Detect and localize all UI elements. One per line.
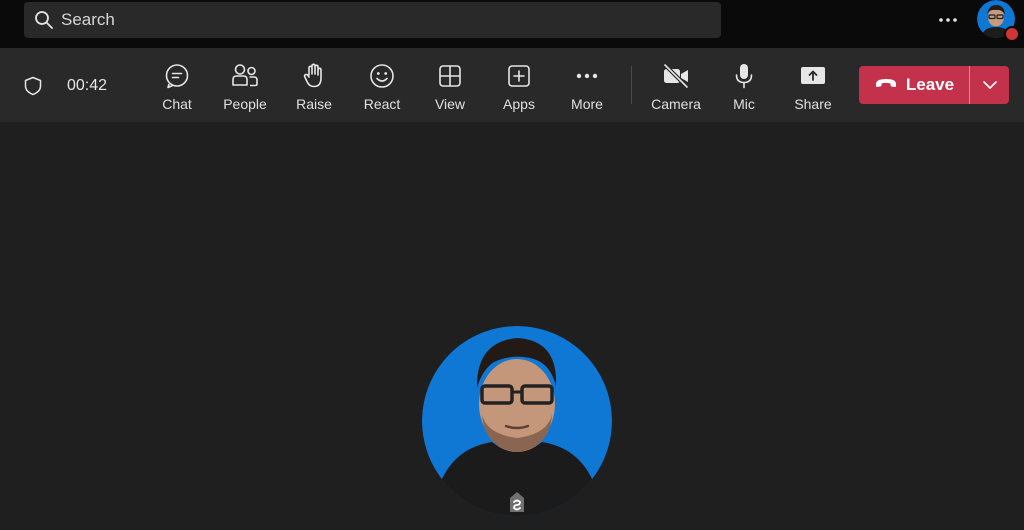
react-smiley-icon	[368, 62, 396, 90]
apps-add-icon	[505, 62, 533, 90]
apps-label: Apps	[503, 96, 535, 112]
search-box[interactable]: Search	[24, 2, 721, 38]
chat-icon	[163, 62, 191, 90]
more-options-button[interactable]	[934, 8, 962, 32]
view-label: View	[434, 96, 466, 112]
top-bar: Search	[0, 0, 1024, 48]
react-button[interactable]: React	[350, 62, 414, 114]
meeting-timer: 00:42	[67, 77, 108, 94]
raise-hand-icon	[300, 62, 328, 90]
participant-photo	[422, 326, 612, 516]
search-icon	[34, 10, 54, 30]
meeting-control-bar: 00:42 Chat People Raise React View Apps …	[0, 48, 1024, 122]
share-label: Share	[794, 96, 832, 112]
more-horizontal-icon	[939, 18, 957, 22]
participant-avatar	[422, 326, 612, 516]
mic-label: Mic	[733, 96, 755, 112]
chat-label: Chat	[162, 96, 192, 112]
more-button[interactable]: More	[555, 62, 619, 114]
apps-button[interactable]: Apps	[487, 62, 551, 114]
share-screen-icon	[799, 62, 827, 90]
more-label: More	[571, 96, 603, 112]
people-button[interactable]: People	[213, 62, 277, 114]
mic-button[interactable]: Mic	[712, 62, 776, 114]
leave-options-dropdown[interactable]	[970, 66, 1009, 104]
share-button[interactable]: Share	[781, 62, 845, 114]
view-button[interactable]: View	[418, 62, 482, 114]
hang-up-icon	[874, 76, 898, 94]
camera-off-icon	[662, 62, 690, 90]
view-grid-icon	[436, 62, 464, 90]
leave-button[interactable]: Leave	[859, 66, 969, 104]
react-label: React	[363, 96, 401, 112]
raise-hand-button[interactable]: Raise	[282, 62, 346, 114]
shield-icon	[23, 76, 43, 96]
more-horizontal-icon	[573, 62, 601, 90]
leave-button-group: Leave	[859, 66, 1009, 104]
presence-status-dot	[1004, 26, 1020, 42]
toolbar-divider	[631, 66, 632, 104]
mic-icon	[730, 62, 758, 90]
leave-label: Leave	[905, 75, 955, 94]
meeting-stage	[0, 122, 1024, 530]
camera-button[interactable]: Camera	[644, 62, 708, 114]
raise-label: Raise	[296, 96, 332, 112]
chevron-down-icon	[982, 81, 997, 89]
people-label: People	[223, 96, 267, 112]
search-label: Search	[61, 10, 115, 29]
people-icon	[231, 62, 259, 90]
camera-label: Camera	[651, 96, 701, 112]
chat-button[interactable]: Chat	[145, 62, 209, 114]
